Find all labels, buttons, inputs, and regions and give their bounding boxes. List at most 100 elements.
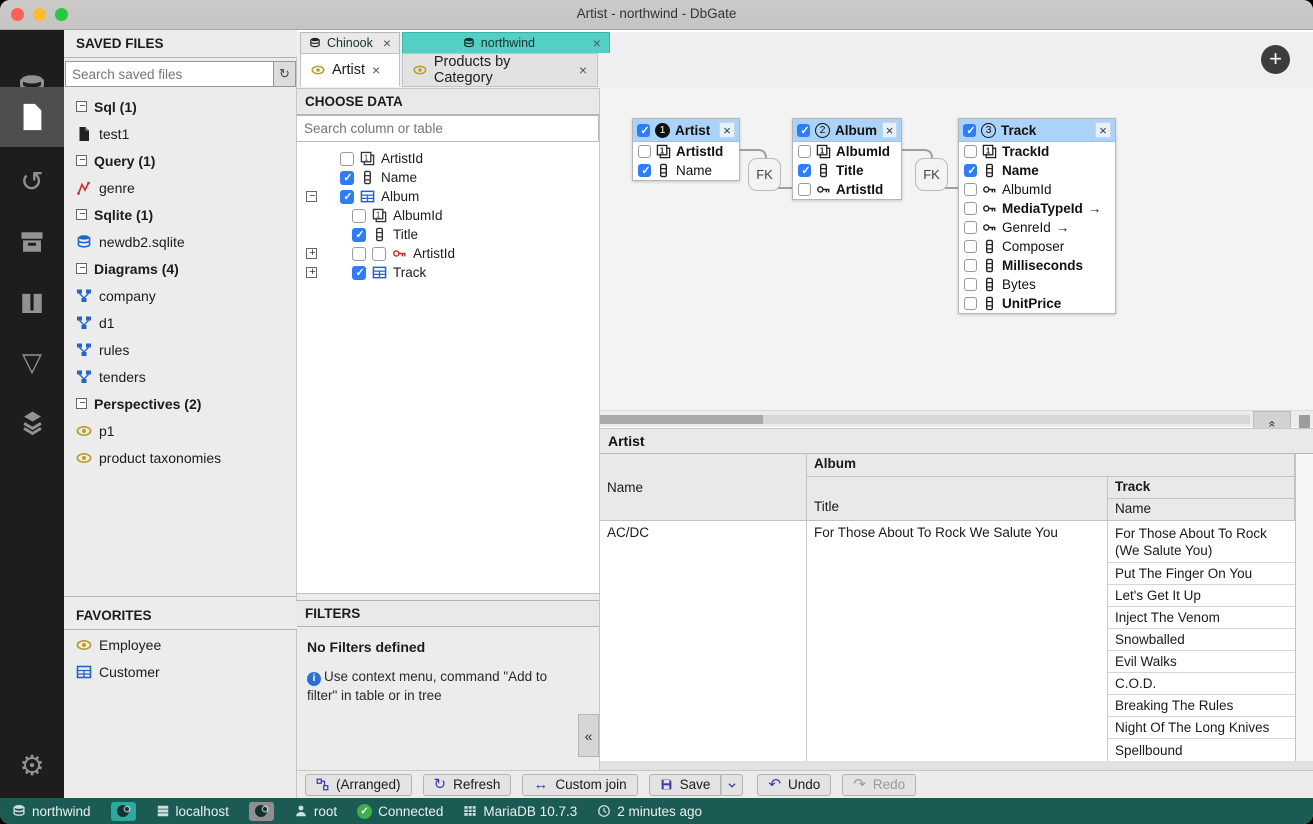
- checkbox[interactable]: [964, 259, 977, 272]
- grid-cell-track[interactable]: Put The Finger On You: [1108, 563, 1295, 585]
- checkbox[interactable]: [964, 202, 977, 215]
- tree-item-company[interactable]: company: [64, 282, 297, 309]
- sidebar-item-history[interactable]: ↺: [0, 152, 64, 212]
- close-icon[interactable]: [579, 63, 587, 77]
- grid-cell-track[interactable]: C.O.D.: [1108, 673, 1295, 695]
- collapse-icon[interactable]: [76, 155, 87, 166]
- fk-row-artistid[interactable]: ArtistId: [297, 244, 599, 263]
- checkbox[interactable]: [798, 183, 811, 196]
- checkbox[interactable]: [964, 145, 977, 158]
- connection-tab-chinook[interactable]: Chinook: [300, 32, 400, 53]
- refresh-saved-files-button[interactable]: ↻: [274, 61, 296, 87]
- grid-cell-track[interactable]: Snowballed: [1108, 629, 1295, 651]
- grid-cell-track[interactable]: Evil Walks: [1108, 651, 1295, 673]
- scrollbar-thumb[interactable]: [600, 415, 763, 424]
- column-row-artistid[interactable]: ArtistId: [297, 149, 599, 168]
- node-header[interactable]: 3 Track: [959, 119, 1115, 142]
- checkbox[interactable]: [964, 164, 977, 177]
- close-icon[interactable]: [593, 36, 601, 50]
- node-header[interactable]: 2 Album: [793, 119, 901, 142]
- tree-group-sql[interactable]: Sql (1): [64, 93, 297, 120]
- tree-item-test1[interactable]: test1: [64, 120, 297, 147]
- refresh-button[interactable]: ↻Refresh: [423, 774, 512, 796]
- database-color-badge[interactable]: [111, 802, 136, 821]
- node-column-unitprice[interactable]: UnitPrice: [959, 294, 1115, 313]
- connection-tab-northwind[interactable]: northwind: [402, 32, 610, 53]
- checkbox[interactable]: [638, 164, 651, 177]
- diagram-node-track[interactable]: 3 Track TrackId Name AlbumId MediaTypeId…: [958, 118, 1116, 314]
- node-column-albumid[interactable]: AlbumId: [793, 142, 901, 161]
- tree-item-newdb2[interactable]: newdb2.sqlite: [64, 228, 297, 255]
- close-icon[interactable]: [719, 122, 735, 138]
- checkbox[interactable]: [352, 266, 366, 280]
- checkbox[interactable]: [964, 221, 977, 234]
- tree-item-rules[interactable]: rules: [64, 336, 297, 363]
- node-column-name[interactable]: Name: [959, 161, 1115, 180]
- undo-button[interactable]: ↶Undo: [757, 774, 831, 796]
- collapse-icon[interactable]: [306, 191, 317, 202]
- collapse-icon[interactable]: [76, 209, 87, 220]
- node-column-name[interactable]: Name: [633, 161, 739, 180]
- chevron-up-icon[interactable]: «: [1268, 421, 1276, 428]
- sidebar-item-settings[interactable]: ⚙: [0, 736, 64, 796]
- sidebar-item-perspectives[interactable]: [0, 392, 64, 452]
- expand-icon[interactable]: [306, 248, 317, 259]
- grid-cell-artist[interactable]: AC/DC: [600, 521, 807, 761]
- checkbox[interactable]: [637, 124, 650, 137]
- expand-icon[interactable]: [306, 267, 317, 278]
- fk-join-badge[interactable]: FK: [915, 158, 948, 191]
- close-icon[interactable]: [1095, 122, 1111, 138]
- grid-cell-track[interactable]: Spellbound: [1108, 739, 1295, 761]
- choose-data-search-input[interactable]: [297, 115, 599, 142]
- tree-item-genre[interactable]: genre: [64, 174, 297, 201]
- checkbox[interactable]: [964, 278, 977, 291]
- grid-cell-track[interactable]: Inject The Venom: [1108, 607, 1295, 629]
- checkbox[interactable]: [964, 240, 977, 253]
- tree-item-d1[interactable]: d1: [64, 309, 297, 336]
- tree-group-query[interactable]: Query (1): [64, 147, 297, 174]
- favorite-item-employee[interactable]: Employee: [64, 631, 297, 658]
- grid-cell-track[interactable]: Night Of The Long Knives: [1108, 717, 1295, 739]
- close-icon[interactable]: [882, 122, 897, 138]
- node-column-artistid[interactable]: ArtistId: [793, 180, 901, 199]
- favorite-item-customer[interactable]: Customer: [64, 658, 297, 685]
- file-tab-products-by-category[interactable]: Products by Category: [402, 53, 598, 87]
- node-header[interactable]: 1 Artist: [633, 119, 739, 142]
- checkbox[interactable]: [798, 145, 811, 158]
- fk-join-badge[interactable]: FK: [748, 158, 781, 191]
- close-icon[interactable]: [383, 36, 391, 50]
- close-icon[interactable]: [372, 63, 380, 77]
- checkbox[interactable]: [372, 247, 386, 261]
- sidebar-item-notebook[interactable]: [0, 272, 64, 332]
- checkbox[interactable]: [340, 171, 354, 185]
- tree-item-product-taxonomies[interactable]: product taxonomies: [64, 444, 297, 471]
- connection-color-badge[interactable]: [249, 802, 274, 821]
- grid-cell-track[interactable]: For Those About To Rock (We Salute You): [1108, 521, 1295, 563]
- checkbox[interactable]: [352, 247, 366, 261]
- collapse-icon[interactable]: [76, 263, 87, 274]
- checkbox[interactable]: [797, 124, 810, 137]
- checkbox[interactable]: [352, 228, 366, 242]
- checkbox[interactable]: [964, 297, 977, 310]
- node-column-milliseconds[interactable]: Milliseconds: [959, 256, 1115, 275]
- save-dropdown-button[interactable]: [721, 774, 743, 796]
- node-column-mediatypeid[interactable]: MediaTypeId→: [959, 199, 1115, 218]
- tree-item-tenders[interactable]: tenders: [64, 363, 297, 390]
- node-column-artistid[interactable]: ArtistId: [633, 142, 739, 161]
- checkbox[interactable]: [798, 164, 811, 177]
- tree-group-diagrams[interactable]: Diagrams (4): [64, 255, 297, 282]
- diagram-node-artist[interactable]: 1 Artist ArtistId Name: [632, 118, 740, 181]
- table-row-track[interactable]: Track: [297, 263, 599, 282]
- node-column-genreid[interactable]: GenreId→: [959, 218, 1115, 237]
- custom-join-button[interactable]: ↔Custom join: [522, 774, 637, 796]
- grid-cell-album[interactable]: For Those About To Rock We Salute You: [807, 521, 1108, 761]
- checkbox[interactable]: [340, 190, 354, 204]
- diagram-node-album[interactable]: 2 Album AlbumId Title ArtistId: [792, 118, 902, 200]
- tree-group-perspectives[interactable]: Perspectives (2): [64, 390, 297, 417]
- table-row-album[interactable]: Album: [297, 187, 599, 206]
- column-row-albumid[interactable]: AlbumId: [297, 206, 599, 225]
- checkbox[interactable]: [964, 183, 977, 196]
- tree-item-p1[interactable]: p1: [64, 417, 297, 444]
- save-button[interactable]: Save: [649, 774, 722, 796]
- tree-group-sqlite[interactable]: Sqlite (1): [64, 201, 297, 228]
